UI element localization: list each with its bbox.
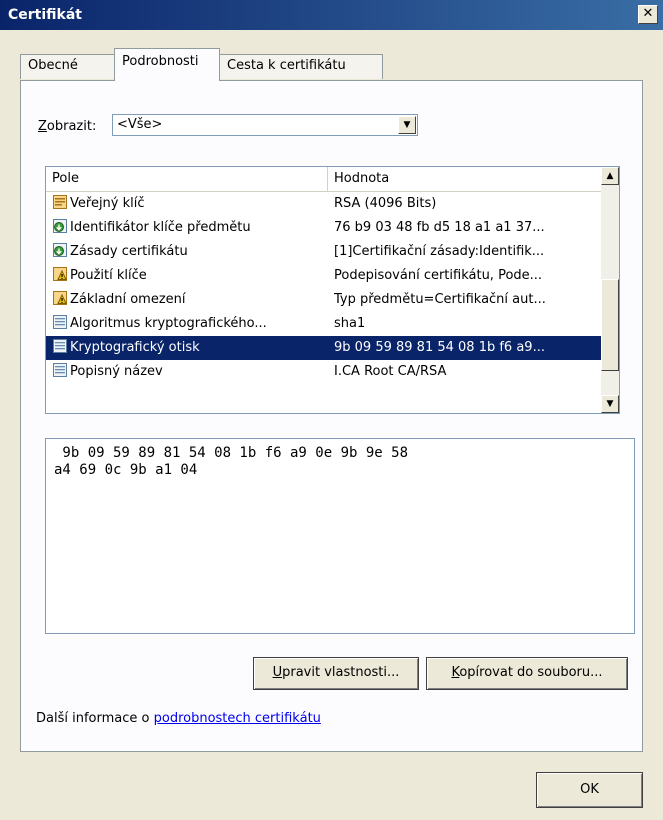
window-title: Certifikát <box>8 7 82 23</box>
show-select-value: <Vše> <box>117 117 163 132</box>
column-header-field[interactable]: Pole <box>46 167 328 191</box>
more-info: Další informace o podrobnostech certifik… <box>36 711 321 726</box>
field-name: Základní omezení <box>70 292 186 307</box>
close-icon: ✕ <box>642 6 654 21</box>
property-icon <box>52 362 68 378</box>
critical-extension-icon <box>52 290 68 306</box>
field-value: [1]Certifikační zásady:Identifik... <box>334 244 545 259</box>
list-header: Pole Hodnota <box>46 167 601 192</box>
tab-certification-path[interactable]: Cesta k certifikátu <box>219 54 383 79</box>
field-value: Typ předmětu=Certifikační aut... <box>334 292 546 307</box>
scroll-up-icon[interactable]: ▲ <box>601 167 619 185</box>
extension-icon <box>52 218 68 234</box>
field-name: Algoritmus kryptografického... <box>70 316 267 331</box>
field-value: Podepisování certifikátu, Pode... <box>334 268 543 283</box>
fields-list[interactable]: Pole Hodnota Veřejný klíč RSA (4096 Bits)… <box>45 166 620 414</box>
extension-icon <box>52 242 68 258</box>
certificate-details-link[interactable]: podrobnostech certifikátu <box>154 711 321 726</box>
field-name: Zásady certifikátu <box>70 244 188 259</box>
list-item[interactable]: Zásady certifikátu [1]Certifikační zásady… <box>46 240 601 264</box>
property-icon <box>52 314 68 330</box>
scroll-down-icon[interactable]: ▼ <box>601 395 619 413</box>
certificate-field-icon <box>52 194 68 210</box>
field-value-box[interactable]: 9b 09 59 89 81 54 08 1b f6 a9 0e 9b 9e 5… <box>45 438 635 634</box>
field-name: Použití klíče <box>70 268 147 283</box>
list-item[interactable]: Popisný název I.CA Root CA/RSA <box>46 360 601 384</box>
field-value: 76 b9 03 48 fb d5 18 a1 a1 37... <box>334 220 545 235</box>
show-label: Zobrazit: <box>38 119 97 134</box>
property-icon <box>52 338 68 354</box>
field-value: sha1 <box>334 316 366 331</box>
list-item[interactable]: Kryptografický otisk 9b 09 59 89 81 54 08… <box>46 336 601 360</box>
list-rows: Veřejný klíč RSA (4096 Bits) Identifikátor… <box>46 192 601 384</box>
value-line: a4 69 0c 9b a1 04 <box>54 462 198 478</box>
title-bar[interactable]: Certifikát ✕ <box>0 0 663 30</box>
field-name: Popisný název <box>70 364 163 379</box>
list-item[interactable]: Identifikátor klíče předmětu 76 b9 03 48 … <box>46 216 601 240</box>
field-value: I.CA Root CA/RSA <box>334 364 447 379</box>
copy-to-file-button[interactable]: Kopírovat do souboru... <box>426 657 628 690</box>
critical-extension-icon <box>52 266 68 282</box>
list-item[interactable]: Veřejný klíč RSA (4096 Bits) <box>46 192 601 216</box>
value-line: 9b 09 59 89 81 54 08 1b f6 a9 0e 9b 9e 5… <box>54 445 409 461</box>
field-value: 9b 09 59 89 81 54 08 1b f6 a9... <box>334 340 545 355</box>
list-scrollbar[interactable]: ▲ ▼ <box>601 167 619 413</box>
field-name: Veřejný klíč <box>70 196 145 211</box>
details-panel: Zobrazit: <Vše> ▼ Pole Hodnota Veřejný k… <box>20 80 643 752</box>
scroll-thumb[interactable] <box>601 279 619 371</box>
field-name: Identifikátor klíče předmětu <box>70 220 251 235</box>
list-item[interactable]: Algoritmus kryptografického... sha1 <box>46 312 601 336</box>
field-name: Kryptografický otisk <box>70 340 200 355</box>
show-select[interactable]: <Vše> ▼ <box>112 114 418 136</box>
tab-details[interactable]: Podrobnosti <box>114 48 220 81</box>
column-header-value[interactable]: Hodnota <box>328 167 601 191</box>
chevron-down-icon[interactable]: ▼ <box>398 116 416 134</box>
field-value: RSA (4096 Bits) <box>334 196 437 211</box>
list-item[interactable]: Základní omezení Typ předmětu=Certifikačn… <box>46 288 601 312</box>
ok-button[interactable]: OK <box>536 772 643 808</box>
tab-general[interactable]: Obecné <box>20 54 116 79</box>
edit-properties-button[interactable]: Upravit vlastnosti... <box>253 657 419 690</box>
close-button[interactable]: ✕ <box>638 5 658 24</box>
list-item[interactable]: Použití klíče Podepisování certifikátu, P… <box>46 264 601 288</box>
